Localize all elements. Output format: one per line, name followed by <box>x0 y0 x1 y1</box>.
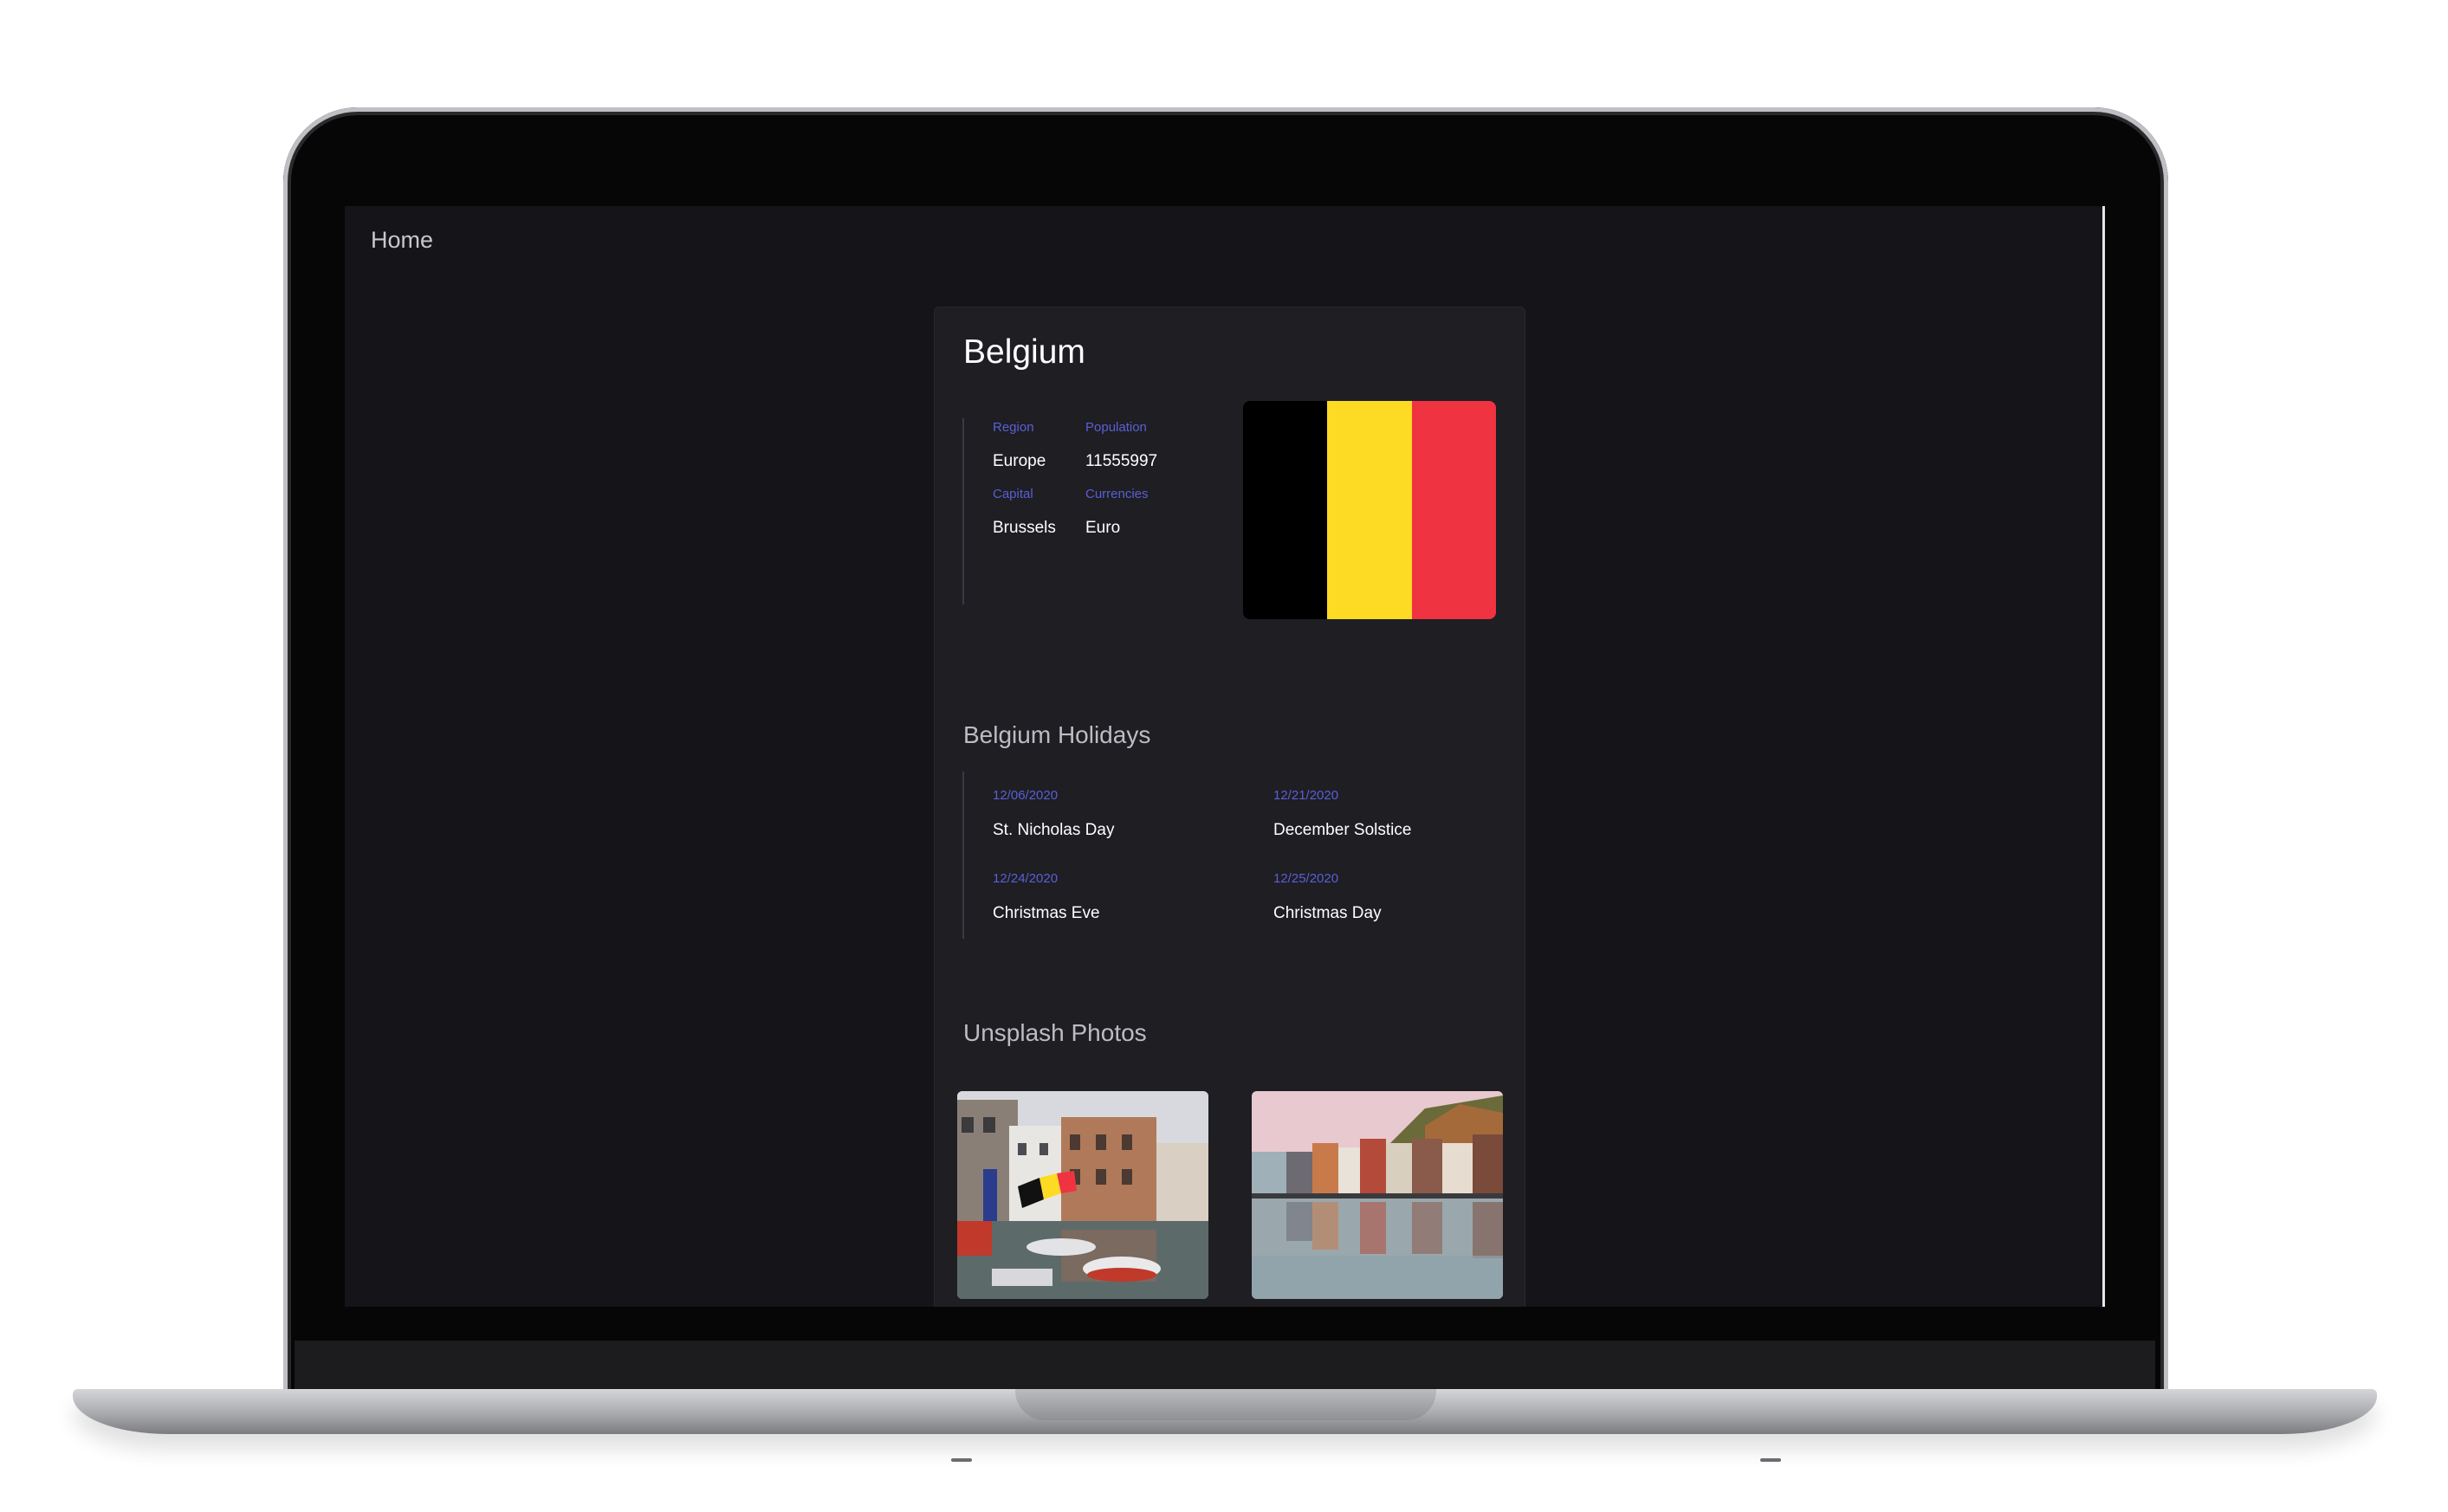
flag-stripe <box>1243 401 1328 619</box>
photo-thumbnail[interactable] <box>1252 1091 1503 1299</box>
river-photo-image <box>1252 1091 1503 1299</box>
capital-value: Brussels <box>993 519 1056 537</box>
laptop-foot <box>1760 1458 1781 1462</box>
holiday-date: 12/24/2020 <box>993 871 1059 886</box>
country-title: Belgium <box>963 333 1085 371</box>
currencies-label: Currencies <box>1085 487 1149 501</box>
holidays-title: Belgium Holidays <box>963 721 1151 748</box>
screen-edge <box>2102 206 2105 1307</box>
holiday-name: St. Nicholas Day <box>993 821 1115 839</box>
home-link[interactable]: Home <box>371 227 433 254</box>
holiday-date: 12/25/2020 <box>1273 871 1339 886</box>
holiday-name: Christmas Eve <box>993 904 1100 922</box>
canal-photo-image <box>957 1091 1208 1299</box>
population-label: Population <box>1085 420 1147 435</box>
belgium-flag <box>1243 401 1496 619</box>
country-card: Belgium Region Europe Population 1155599… <box>934 307 1525 1307</box>
laptop-foot <box>951 1458 972 1462</box>
photo-thumbnail[interactable] <box>957 1091 1208 1299</box>
photos-title: Unsplash Photos <box>963 1019 1147 1046</box>
flag-stripe <box>1327 401 1412 619</box>
holiday-name: Christmas Day <box>1273 904 1382 922</box>
region-value: Europe <box>993 452 1046 470</box>
currencies-value: Euro <box>1085 519 1121 537</box>
population-value: 11555997 <box>1085 452 1158 470</box>
laptop-notch <box>1015 1389 1436 1420</box>
flag-stripe <box>1411 401 1496 619</box>
country-info: Region Europe Population 11555997 Capita… <box>962 418 1224 604</box>
laptop-chin <box>295 1341 2155 1391</box>
holiday-date: 12/06/2020 <box>993 788 1059 803</box>
app-screen: Home Belgium Region Europe Population 11… <box>345 206 2105 1307</box>
region-label: Region <box>993 420 1034 435</box>
holiday-date: 12/21/2020 <box>1273 788 1339 803</box>
holidays-list: 12/06/2020 St. Nicholas Day 12/21/2020 D… <box>962 772 1501 939</box>
capital-label: Capital <box>993 487 1033 501</box>
holiday-name: December Solstice <box>1273 821 1412 839</box>
